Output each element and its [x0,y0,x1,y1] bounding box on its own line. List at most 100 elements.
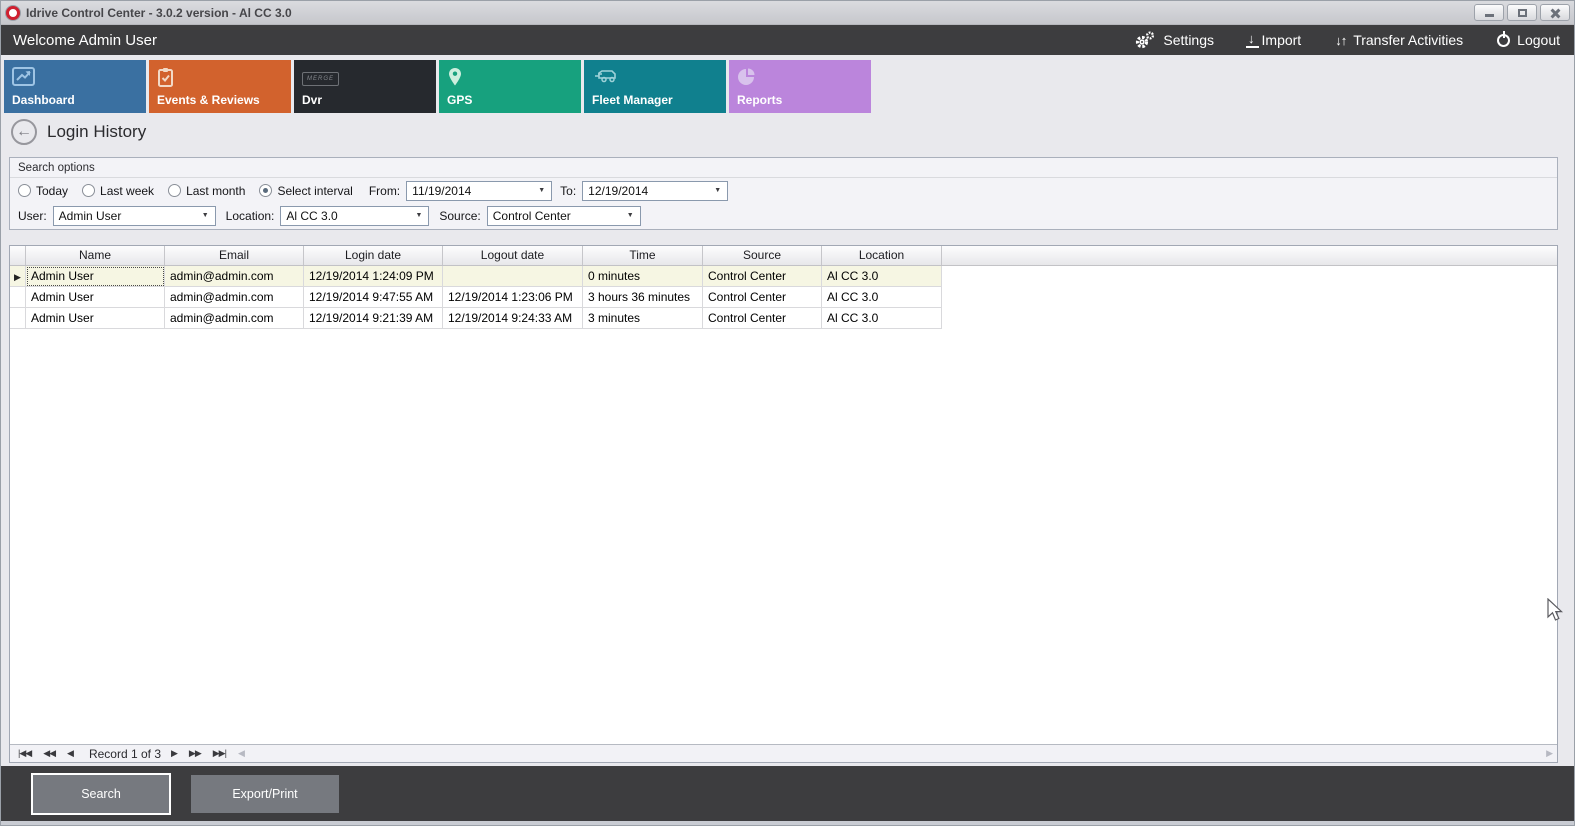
column-header-name[interactable]: Name [26,246,165,265]
from-date-combobox[interactable]: 11/19/2014 ▼ [406,181,552,201]
export-print-button[interactable]: Export/Print [191,775,339,813]
radio-last-week[interactable]: Last week [82,184,154,198]
cell-login-date[interactable]: 12/19/2014 9:21:39 AM [304,308,443,329]
cell-logout-date[interactable] [443,266,583,287]
cell-email[interactable]: admin@admin.com [165,287,304,308]
cell-login-date[interactable]: 12/19/2014 1:24:09 PM [304,266,443,287]
cell-location[interactable]: Al CC 3.0 [822,287,942,308]
scroll-left-icon[interactable]: ◀ [238,748,244,759]
maximize-button[interactable] [1507,4,1537,21]
minimize-icon [1485,14,1494,17]
prev-page-button[interactable]: ◀◀ [43,748,55,759]
cell-source[interactable]: Control Center [703,266,822,287]
chevron-down-icon: ▼ [532,187,551,194]
scroll-right-icon[interactable]: ▶ [1546,748,1553,759]
cell-name[interactable]: Admin User [26,266,165,287]
column-header-login-date[interactable]: Login date [304,246,443,265]
prev-record-button[interactable]: ◀ [67,748,73,759]
cell-time[interactable]: 3 minutes [583,308,703,329]
cell-name[interactable]: Admin User [26,287,165,308]
tile-reports-label: Reports [737,93,782,107]
radio-select-interval[interactable]: Select interval [259,184,352,198]
tile-events-reviews[interactable]: Events & Reviews [149,60,291,113]
to-label: To: [560,184,576,198]
radio-today[interactable]: Today [18,184,68,198]
cell-name[interactable]: Admin User [26,308,165,329]
grid-header-row: Name Email Login date Logout date Time S… [10,246,1557,266]
cell-source[interactable]: Control Center [703,308,822,329]
cell-location[interactable]: Al CC 3.0 [822,266,942,287]
minimize-button[interactable] [1474,4,1504,21]
login-history-grid: Name Email Login date Logout date Time S… [9,245,1558,763]
location-value: Al CC 3.0 [286,209,337,223]
tile-dashboard[interactable]: Dashboard [4,60,146,113]
dvr-merge-box-icon: MERGE [302,67,339,87]
source-value: Control Center [493,209,571,223]
location-combobox[interactable]: Al CC 3.0 ▼ [280,206,429,226]
transfer-activities-button[interactable]: ↓↑ Transfer Activities [1335,32,1463,48]
column-header-email[interactable]: Email [165,246,304,265]
table-row[interactable]: Admin User admin@admin.com 12/19/2014 9:… [10,308,1557,329]
from-date-value: 11/19/2014 [412,184,471,198]
user-combobox[interactable]: Admin User ▼ [53,206,216,226]
to-date-value: 12/19/2014 [588,184,648,198]
back-button[interactable]: ← [11,119,37,145]
last-record-button[interactable]: ▶▶| [213,748,226,759]
import-download-icon: ↓ [1248,32,1255,48]
table-row[interactable]: Admin User admin@admin.com 12/19/2014 9:… [10,287,1557,308]
cell-email[interactable]: admin@admin.com [165,308,304,329]
close-button[interactable] [1540,4,1570,21]
radio-today-circle [18,184,31,197]
tile-gps-label: GPS [447,93,472,107]
logout-button[interactable]: Logout [1497,32,1560,48]
transfer-activities-label: Transfer Activities [1353,32,1463,48]
cell-login-date[interactable]: 12/19/2014 9:47:55 AM [304,287,443,308]
column-header-source[interactable]: Source [703,246,822,265]
search-row-interval: Today Last week Last month Select interv… [10,178,1557,203]
settings-label: Settings [1163,32,1214,48]
tile-gps[interactable]: GPS [439,60,581,113]
footer-bar: Search Export/Print [1,766,1574,821]
column-header-logout-date[interactable]: Logout date [443,246,583,265]
search-options-panel: Search options Today Last week Last mont… [9,157,1558,230]
column-header-time[interactable]: Time [583,246,703,265]
to-date-combobox[interactable]: 12/19/2014 ▼ [582,181,728,201]
page-title: Login History [47,122,146,142]
table-row[interactable]: ▶ Admin User admin@admin.com 12/19/2014 … [10,266,1557,287]
chevron-down-icon: ▼ [621,212,640,219]
import-button[interactable]: ↓ Import [1248,32,1301,48]
first-record-button[interactable]: |◀◀ [18,748,31,759]
chevron-down-icon: ▼ [196,212,215,219]
tile-dvr[interactable]: MERGE Dvr [294,60,436,113]
tile-dashboard-label: Dashboard [12,93,75,107]
cell-time[interactable]: 0 minutes [583,266,703,287]
next-page-button[interactable]: ▶▶ [189,748,201,759]
tile-fleet-manager[interactable]: Fleet Manager [584,60,726,113]
cell-location[interactable]: Al CC 3.0 [822,308,942,329]
search-options-title: Search options [10,158,1557,178]
grid-empty-area [10,329,1557,744]
cell-logout-date[interactable]: 12/19/2014 9:24:33 AM [443,308,583,329]
dvr-box-text: MERGE [302,72,339,86]
gears-icon [1134,31,1156,49]
search-row-filters: User: Admin User ▼ Location: Al CC 3.0 ▼… [10,203,1557,228]
top-bar: Welcome Admin User Settings ↓ Import ↓↑ … [1,25,1574,55]
settings-button[interactable]: Settings [1134,31,1214,49]
cell-time[interactable]: 3 hours 36 minutes [583,287,703,308]
pie-chart-icon [737,67,757,87]
from-label: From: [369,184,400,198]
search-button[interactable]: Search [31,773,171,815]
radio-today-label: Today [36,184,68,198]
column-header-location[interactable]: Location [822,246,942,265]
cell-email[interactable]: admin@admin.com [165,266,304,287]
radio-last-month-label: Last month [186,184,245,198]
cell-source[interactable]: Control Center [703,287,822,308]
source-combobox[interactable]: Control Center ▼ [487,206,641,226]
cell-logout-date[interactable]: 12/19/2014 1:23:06 PM [443,287,583,308]
window-title: Idrive Control Center - 3.0.2 version - … [26,6,292,20]
radio-last-month[interactable]: Last month [168,184,245,198]
radio-select-interval-label: Select interval [277,184,352,198]
source-label: Source: [439,209,480,223]
tile-reports[interactable]: Reports [729,60,871,113]
next-record-button[interactable]: ▶ [171,748,177,759]
